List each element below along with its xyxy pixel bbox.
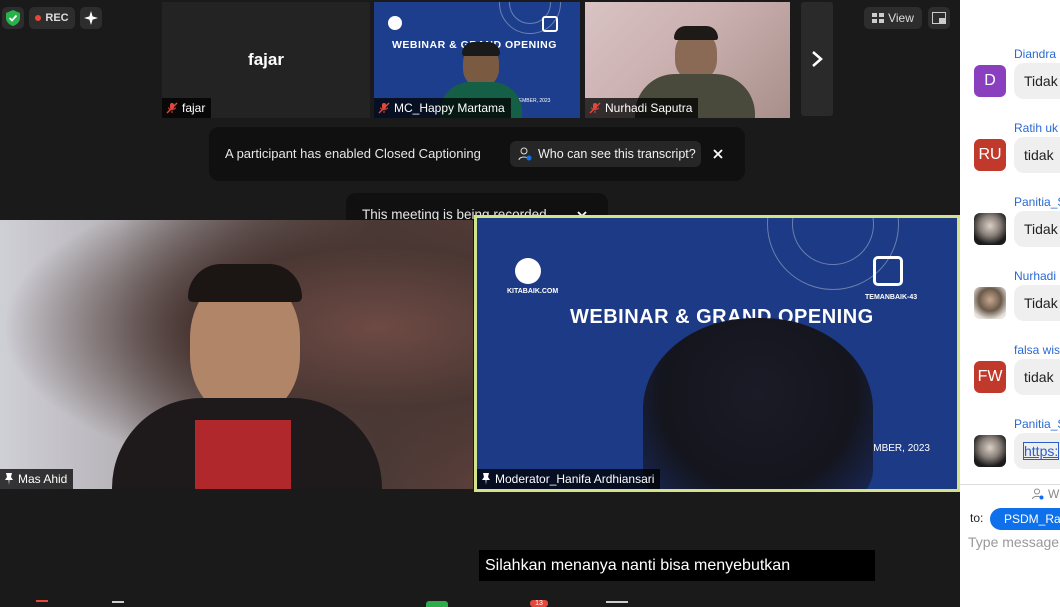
- pin-icon: [5, 473, 13, 485]
- avatar: RU: [974, 139, 1006, 171]
- video-icon[interactable]: [112, 601, 124, 607]
- avatar: D: [974, 65, 1006, 97]
- chat-message: Panitia_S https:: [960, 417, 1060, 491]
- chat-link[interactable]: https:: [1022, 442, 1060, 460]
- divider: [960, 484, 1060, 485]
- close-captioning-notice-button[interactable]: [711, 147, 725, 161]
- avatar: [974, 213, 1006, 245]
- recording-label: REC: [45, 12, 69, 24]
- who-can-see-label: W: [1048, 487, 1060, 501]
- chat-sender: Panitia_S: [1014, 417, 1060, 431]
- closed-captioning-notice: A participant has enabled Closed Caption…: [209, 127, 745, 181]
- chat-bubble: Tidak: [1014, 63, 1060, 99]
- recipient-name: PSDM_Ra: [1004, 512, 1060, 526]
- share-screen-icon[interactable]: [426, 601, 448, 607]
- picture-in-picture-icon: [932, 12, 946, 24]
- chat-bubble: Tidak: [1014, 285, 1060, 321]
- view-button[interactable]: View: [864, 7, 922, 29]
- participant-hair: [462, 42, 500, 56]
- participant-tile-fajar[interactable]: fajar fajar: [162, 2, 370, 118]
- participant-name-bar: Mas Ahid: [0, 469, 74, 489]
- live-caption: Silahkan menanya nanti bisa menyebutkan: [479, 550, 875, 581]
- who-can-see-label: Who can see this transcript?: [538, 147, 696, 161]
- avatar: [974, 435, 1006, 467]
- participant-name: fajar: [182, 101, 206, 115]
- chat-sender: falsa wis: [1014, 343, 1060, 357]
- recording-badge[interactable]: REC: [29, 7, 75, 29]
- participant-name: MC_Happy Martama: [394, 101, 505, 115]
- who-can-see-transcript-button[interactable]: Who can see this transcript?: [510, 141, 701, 167]
- participant-tile-mc-happy-martama[interactable]: WEBINAR & GRAND OPENING 26 NOVEMBER, 202…: [374, 2, 580, 118]
- kitabaik-logo-icon: [388, 16, 402, 30]
- participant-name-bar: Moderator_Hanifa Ardhiansari: [477, 469, 661, 489]
- recording-dot-icon: [35, 15, 42, 21]
- chevron-right-icon: [812, 51, 823, 67]
- chat-message: falsa wis FW tidak: [960, 343, 1060, 417]
- participant-silhouette: [643, 318, 873, 489]
- who-can-see-messages[interactable]: W: [1032, 487, 1059, 501]
- chat-bubble: tidak: [1014, 359, 1060, 395]
- mic-muted-icon: [589, 102, 601, 114]
- chat-bubble: Tidak: [1014, 211, 1060, 247]
- exit-fullscreen-button[interactable]: [928, 7, 950, 29]
- participant-name-bar: Nurhadi Saputra: [585, 98, 699, 118]
- chat-bubble: tidak: [1014, 137, 1060, 173]
- chat-unread-badge: 13: [530, 600, 548, 607]
- meeting-toolbar: [0, 598, 960, 607]
- participant-name: Nurhadi Saputra: [605, 101, 693, 115]
- participant-name-bar: MC_Happy Martama: [374, 98, 511, 118]
- video-tile-mas-ahid[interactable]: Mas Ahid: [0, 220, 473, 489]
- people-icon: [1032, 488, 1044, 500]
- chat-message: Diandra D Tidak: [960, 47, 1060, 121]
- participant-hair: [188, 264, 302, 302]
- captioning-notice-text: A participant has enabled Closed Caption…: [225, 146, 481, 161]
- participant-shirt: [195, 420, 291, 489]
- reactions-icon[interactable]: [606, 601, 628, 607]
- chat-sender: Panitia_S: [1014, 195, 1060, 209]
- participant-name: Moderator_Hanifa Ardhiansari: [495, 472, 655, 486]
- chat-panel: Diandra D Tidak Ratih uk RU tidak Paniti…: [960, 0, 1060, 607]
- mic-muted-icon: [378, 102, 390, 114]
- slide-brand-left: KITABAIK.COM: [507, 288, 559, 295]
- chat-sender: Nurhadi: [1014, 269, 1057, 283]
- temanbaik-logo-icon: [542, 16, 558, 32]
- grid-icon: [872, 13, 885, 23]
- chat-message: Panitia_S Tidak: [960, 195, 1060, 269]
- chat-message: Nurhadi Tidak: [960, 269, 1060, 343]
- participant-name-bar: fajar: [162, 98, 212, 118]
- view-label: View: [888, 11, 914, 25]
- ai-companion-icon[interactable]: [80, 7, 102, 29]
- chat-message-input[interactable]: Type message: [968, 534, 1059, 550]
- recipient-label: to:: [970, 511, 984, 525]
- slide-brand-right: TEMANBAIK-43: [865, 294, 918, 301]
- next-page-button[interactable]: [801, 2, 833, 116]
- pin-icon: [482, 473, 490, 485]
- participant-hair: [674, 26, 718, 40]
- avatar: [974, 287, 1006, 319]
- chat-message: Ratih uk RU tidak: [960, 121, 1060, 195]
- encryption-shield-icon[interactable]: [2, 7, 24, 29]
- chat-sender: Ratih uk: [1014, 121, 1059, 135]
- recipient-selector[interactable]: PSDM_Ra: [990, 508, 1060, 530]
- people-icon: [518, 147, 532, 161]
- kitabaik-logo-icon: [515, 258, 541, 284]
- chat-sender: Diandra: [1014, 47, 1057, 61]
- participant-name: Mas Ahid: [18, 472, 68, 486]
- avatar: FW: [974, 361, 1006, 393]
- mic-icon[interactable]: [36, 600, 48, 607]
- participant-tile-nurhadi-saputra[interactable]: Nurhadi Saputra: [585, 2, 790, 118]
- temanbaik-logo-icon: [873, 256, 903, 286]
- participant-display-name: fajar: [248, 50, 284, 69]
- close-icon: [713, 149, 723, 159]
- meeting-area: REC View fajar fajar WEBINAR & GRAND OPE…: [0, 0, 960, 607]
- chat-link-bubble[interactable]: https:: [1014, 433, 1060, 469]
- mic-muted-icon: [166, 102, 178, 114]
- video-tile-moderator-hanifa[interactable]: KITABAIK.COM TEMANBAIK-43 WEBINAR & GRAN…: [474, 215, 960, 492]
